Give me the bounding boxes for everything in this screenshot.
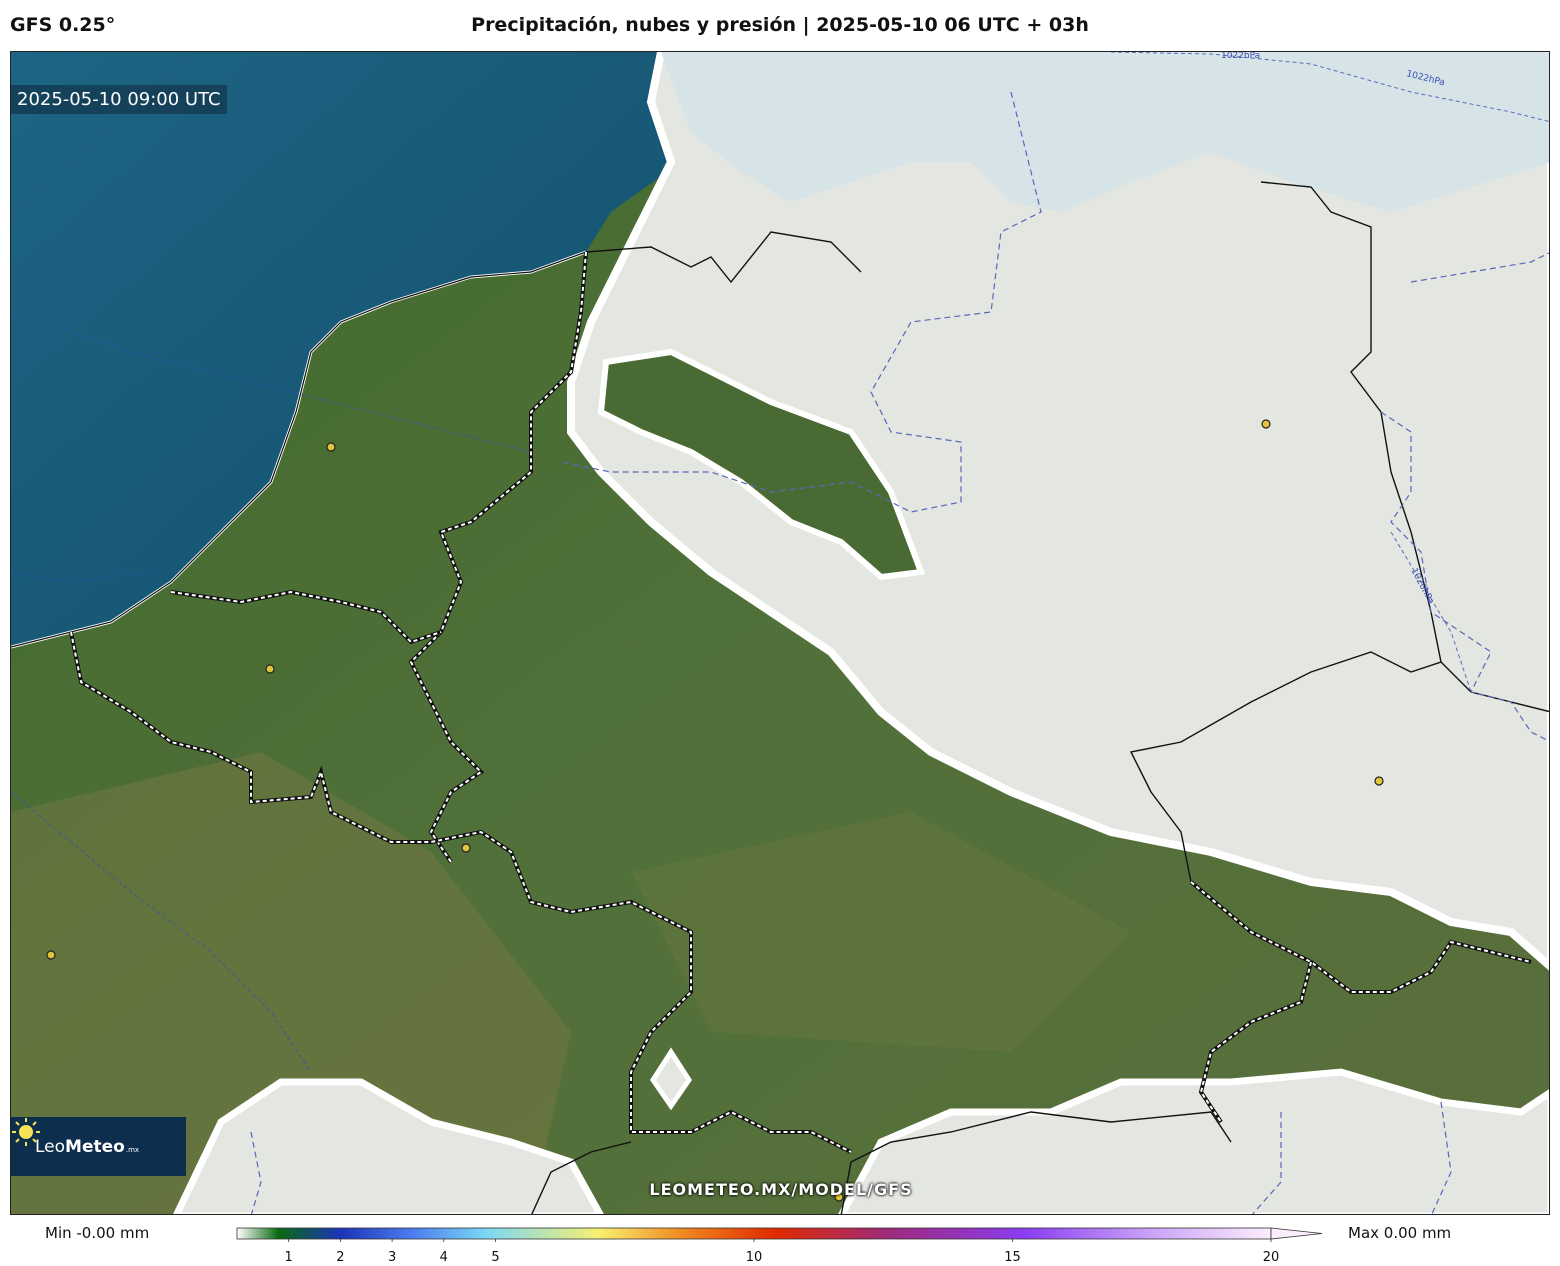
colorbar-tick-label: 2 [336,1250,345,1265]
colorbar-ticks [288,1239,1272,1242]
city-dot [265,664,275,674]
map-canvas: 1022hPa 1022hPa 1020hPa [11,52,1549,1214]
watermark: LEOMETEO.MX/MODEL/GFS [649,1180,913,1199]
isobar-label: 1022hPa [1221,52,1260,61]
logo-domain: .mx [125,1145,140,1154]
map-panel[interactable]: 1022hPa 1022hPa 1020hPa 2025-05-10 09:00… [10,51,1550,1215]
colorbar-tick-label: 5 [491,1250,500,1265]
colorbar-tick-label: 1 [284,1250,293,1265]
city-dot [1261,419,1271,429]
max-label: Max 0.00 mm [1348,1224,1452,1242]
city-dot [46,950,56,960]
valid-time-label: 2025-05-10 09:00 UTC [11,85,227,114]
colorbar-tick-label: 15 [1004,1250,1021,1265]
city-dot [461,843,471,853]
colorbar-tick-label: 20 [1262,1250,1280,1265]
min-label: Min -0.00 mm [45,1224,150,1242]
city-dot [1374,776,1384,786]
colorbar-fill [236,1227,1272,1240]
colorbar [236,1227,1323,1242]
chart-title: Precipitación, nubes y presión | 2025-05… [471,14,1089,36]
colorbar-tick-label: 3 [387,1250,397,1265]
sun-icon [12,1118,40,1146]
city-dot [326,442,336,452]
colorbar-tick-label: 4 [439,1250,448,1265]
colorbar-tick-label: 10 [745,1250,763,1265]
leometeo-logo[interactable]: LeoMeteo .mx [11,1117,186,1176]
logo-text: LeoMeteo [35,1136,125,1157]
colorbar-extend [1270,1227,1323,1240]
